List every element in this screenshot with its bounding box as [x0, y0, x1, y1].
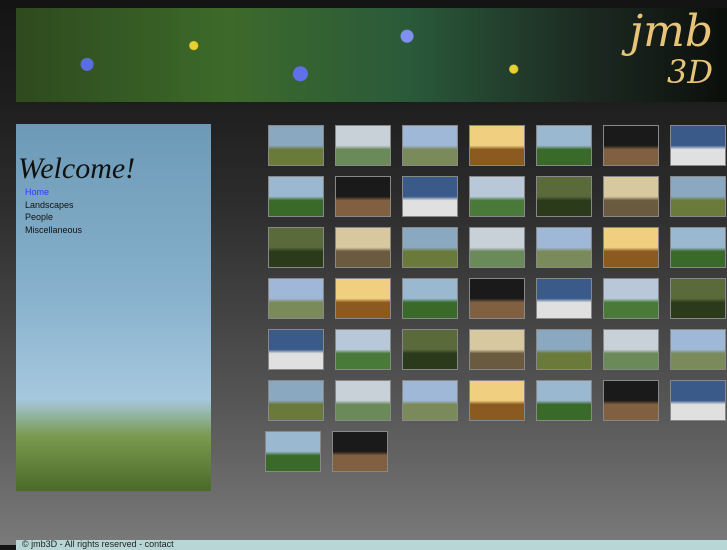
- gallery-thumbnail[interactable]: [268, 176, 324, 217]
- gallery-thumbnail[interactable]: [670, 380, 726, 421]
- gallery-thumbnail[interactable]: [536, 227, 592, 268]
- gallery-thumbnail[interactable]: [536, 176, 592, 217]
- gallery-thumbnail[interactable]: [603, 380, 659, 421]
- gallery-thumbnail[interactable]: [335, 227, 391, 268]
- gallery-thumbnail[interactable]: [402, 176, 458, 217]
- footer: © jmb3D - All rights reserved - contact: [16, 540, 727, 550]
- nav-home[interactable]: Home: [25, 186, 82, 199]
- gallery-thumbnail[interactable]: [670, 278, 726, 319]
- gallery-thumbnail[interactable]: [670, 125, 726, 166]
- gallery-thumbnail[interactable]: [469, 125, 525, 166]
- logo[interactable]: jmb 3D: [629, 10, 713, 92]
- gallery-thumbnail[interactable]: [332, 431, 388, 472]
- gallery-thumbnail[interactable]: [670, 329, 726, 370]
- gallery-thumbnail[interactable]: [469, 329, 525, 370]
- gallery-thumbnail[interactable]: [335, 176, 391, 217]
- gallery-thumbnail[interactable]: [268, 125, 324, 166]
- gallery-thumbnail[interactable]: [670, 227, 726, 268]
- gallery-thumbnail[interactable]: [268, 227, 324, 268]
- nav-people[interactable]: People: [25, 211, 82, 224]
- gallery-thumbnail[interactable]: [603, 227, 659, 268]
- sidebar-panel: Welcome! Home Landscapes People Miscella…: [16, 124, 211, 491]
- gallery-thumbnail[interactable]: [268, 278, 324, 319]
- gallery-thumbnail[interactable]: [469, 227, 525, 268]
- gallery-thumbnail[interactable]: [335, 278, 391, 319]
- gallery-thumbnail[interactable]: [670, 176, 726, 217]
- gallery-thumbnail[interactable]: [469, 176, 525, 217]
- gallery-thumbnail[interactable]: [536, 278, 592, 319]
- gallery-thumbnail[interactable]: [402, 329, 458, 370]
- gallery-thumbnail[interactable]: [268, 380, 324, 421]
- gallery-thumbnail[interactable]: [265, 431, 321, 472]
- gallery-thumbnail[interactable]: [268, 329, 324, 370]
- nav-menu: Home Landscapes People Miscellaneous: [25, 186, 82, 236]
- gallery-thumbnail[interactable]: [402, 278, 458, 319]
- gallery-thumbnail[interactable]: [603, 176, 659, 217]
- gallery-thumbnail[interactable]: [536, 329, 592, 370]
- gallery-thumbnail[interactable]: [536, 380, 592, 421]
- gallery-thumbnail[interactable]: [335, 380, 391, 421]
- gallery-thumbnail[interactable]: [335, 125, 391, 166]
- gallery-thumbnail[interactable]: [536, 125, 592, 166]
- gallery-thumbnail[interactable]: [469, 380, 525, 421]
- header-banner: jmb 3D: [16, 8, 727, 102]
- gallery-thumbnail[interactable]: [469, 278, 525, 319]
- gallery-thumbnail[interactable]: [402, 380, 458, 421]
- gallery-thumbnail[interactable]: [603, 329, 659, 370]
- gallery-thumbnail[interactable]: [603, 125, 659, 166]
- gallery-thumbnail[interactable]: [402, 227, 458, 268]
- gallery-thumbnail[interactable]: [603, 278, 659, 319]
- nav-landscapes[interactable]: Landscapes: [25, 199, 82, 212]
- gallery-thumbnail[interactable]: [335, 329, 391, 370]
- welcome-heading: Welcome!: [18, 152, 136, 185]
- gallery-thumbnail[interactable]: [402, 125, 458, 166]
- nav-miscellaneous[interactable]: Miscellaneous: [25, 224, 82, 237]
